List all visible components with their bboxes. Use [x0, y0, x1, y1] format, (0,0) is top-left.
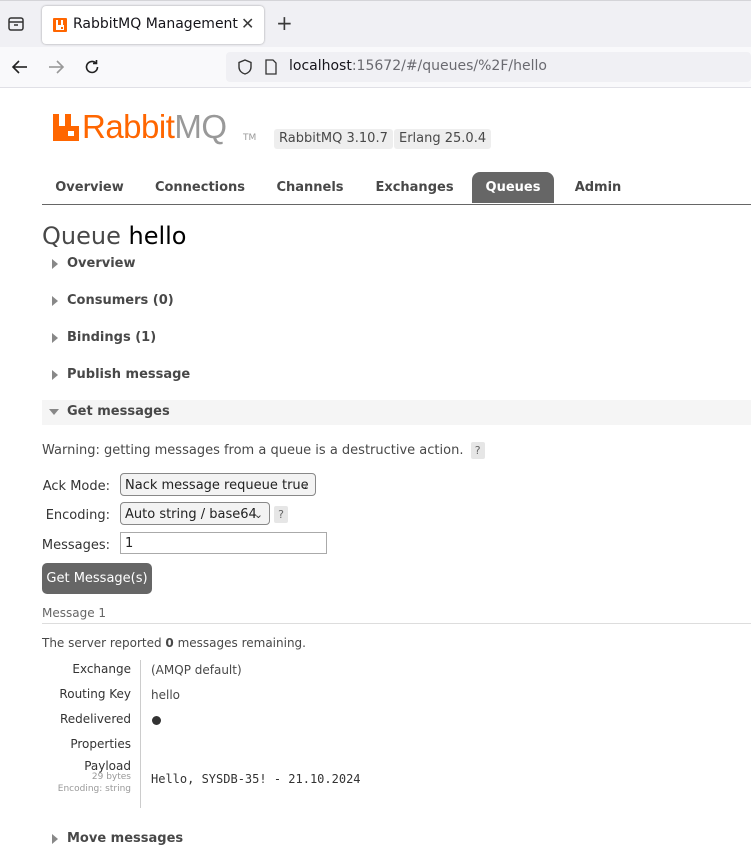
payload-encoding: Encoding: string — [57, 784, 131, 794]
section-move-messages[interactable]: Move messages — [42, 827, 751, 852]
main-nav: Overview Connections Channels Exchanges … — [42, 172, 751, 205]
new-tab-icon[interactable]: + — [276, 11, 293, 35]
url-path: :15672/#/queues/%2F/hello — [351, 58, 547, 74]
back-arrow-icon[interactable] — [10, 57, 30, 77]
url-bar[interactable]: localhost:15672/#/queues/%2F/hello — [226, 52, 751, 82]
nav-connections[interactable]: Connections — [145, 172, 255, 203]
ack-mode-value: Nack message requeue true — [125, 478, 309, 493]
message-header: Message 1 — [42, 606, 751, 624]
tab-title: RabbitMQ Management — [73, 16, 238, 32]
logo-rabbit: Rabbit — [82, 108, 175, 145]
nav-overview[interactable]: Overview — [42, 172, 137, 203]
page-title-prefix: Queue — [42, 222, 121, 250]
shield-icon[interactable] — [236, 58, 254, 76]
close-tab-icon[interactable]: ✕ — [241, 14, 254, 33]
section-label: Overview — [67, 256, 136, 271]
detail-divider — [140, 660, 141, 808]
warning-text: Warning: getting messages from a queue i… — [42, 443, 464, 458]
help-icon[interactable]: ? — [274, 506, 288, 523]
encoding-select[interactable]: Auto string / base64 ⌄ — [120, 502, 270, 525]
logo-mq: MQ — [174, 108, 227, 145]
ack-mode-label: Ack Mode: — [42, 479, 110, 494]
section-get-messages[interactable]: Get messages — [42, 400, 751, 425]
destructive-warning: Warning: getting messages from a queue i… — [42, 442, 485, 459]
routing-key-label: Routing Key — [59, 687, 131, 701]
url-host: localhost — [289, 58, 352, 74]
encoding-value: Auto string / base64 — [125, 507, 257, 522]
messages-count-input[interactable] — [120, 532, 327, 554]
erlang-badge: Erlang 25.0.4 — [394, 129, 492, 149]
section-label: Bindings (1) — [67, 330, 157, 345]
browser-nav-bar: localhost:15672/#/queues/%2F/hello — [0, 47, 751, 88]
encoding-label: Encoding: — [45, 508, 110, 523]
exchange-value: (AMQP default) — [151, 663, 242, 677]
nav-channels[interactable]: Channels — [265, 172, 355, 203]
page-title: Queue hello — [42, 222, 186, 250]
reload-icon[interactable] — [82, 57, 102, 77]
help-icon[interactable]: ? — [470, 442, 485, 459]
nav-admin[interactable]: Admin — [562, 172, 634, 203]
browser-tab-bar: RabbitMQ Management ✕ + — [0, 0, 751, 47]
section-bindings[interactable]: Bindings (1) — [42, 326, 751, 351]
redelivered-indicator — [152, 716, 161, 725]
routing-key-value: hello — [151, 688, 180, 702]
chevron-down-icon: ⌄ — [299, 479, 309, 492]
url-text[interactable]: localhost:15672/#/queues/%2F/hello — [289, 58, 547, 74]
queue-name: hello — [128, 222, 187, 250]
section-label: Move messages — [67, 831, 184, 846]
section-label: Publish message — [67, 367, 191, 382]
messages-label: Messages: — [41, 538, 110, 553]
section-consumers[interactable]: Consumers (0) — [42, 289, 751, 314]
trademark: TM — [243, 133, 257, 143]
expand-arrow-icon — [52, 333, 58, 343]
redelivered-label: Redelivered — [59, 712, 131, 726]
payload-value: Hello, SYSDB-35! - 21.10.2024 — [151, 772, 361, 786]
remaining-text: The server reported 0 messages remaining… — [42, 636, 306, 650]
expand-arrow-icon — [52, 296, 58, 306]
expand-arrow-icon — [52, 259, 58, 269]
remaining-suffix: messages remaining. — [173, 636, 306, 650]
browser-tab[interactable]: RabbitMQ Management ✕ — [42, 6, 264, 44]
version-badge: RabbitMQ 3.10.7 — [274, 129, 393, 149]
exchange-label: Exchange — [72, 662, 131, 676]
ack-mode-select[interactable]: Nack message requeue true ⌄ — [120, 473, 316, 496]
section-label: Get messages — [67, 404, 170, 419]
remaining-count: 0 — [165, 636, 174, 650]
rabbitmq-logo-text: RabbitMQ — [82, 108, 227, 146]
expand-arrow-icon — [52, 370, 58, 380]
section-overview[interactable]: Overview — [42, 252, 751, 277]
chevron-down-icon: ⌄ — [253, 508, 263, 521]
remaining-prefix: The server reported — [42, 636, 166, 650]
nav-queues[interactable]: Queues — [472, 172, 554, 203]
rabbitmq-logo-icon — [53, 114, 79, 141]
rabbitmq-favicon-icon — [53, 18, 67, 32]
properties-label: Properties — [70, 737, 131, 751]
section-publish-message[interactable]: Publish message — [42, 363, 751, 388]
forward-arrow-icon[interactable] — [46, 57, 66, 77]
nav-exchanges[interactable]: Exchanges — [367, 172, 462, 203]
collapse-arrow-icon — [49, 409, 59, 415]
payload-label: Payload — [84, 759, 131, 773]
tab-list-icon[interactable] — [6, 14, 26, 34]
payload-bytes: 29 bytes — [91, 772, 131, 782]
page-icon — [265, 59, 277, 75]
get-messages-button[interactable]: Get Message(s) — [42, 563, 152, 594]
expand-arrow-icon — [52, 834, 58, 844]
section-label: Consumers (0) — [67, 293, 174, 308]
